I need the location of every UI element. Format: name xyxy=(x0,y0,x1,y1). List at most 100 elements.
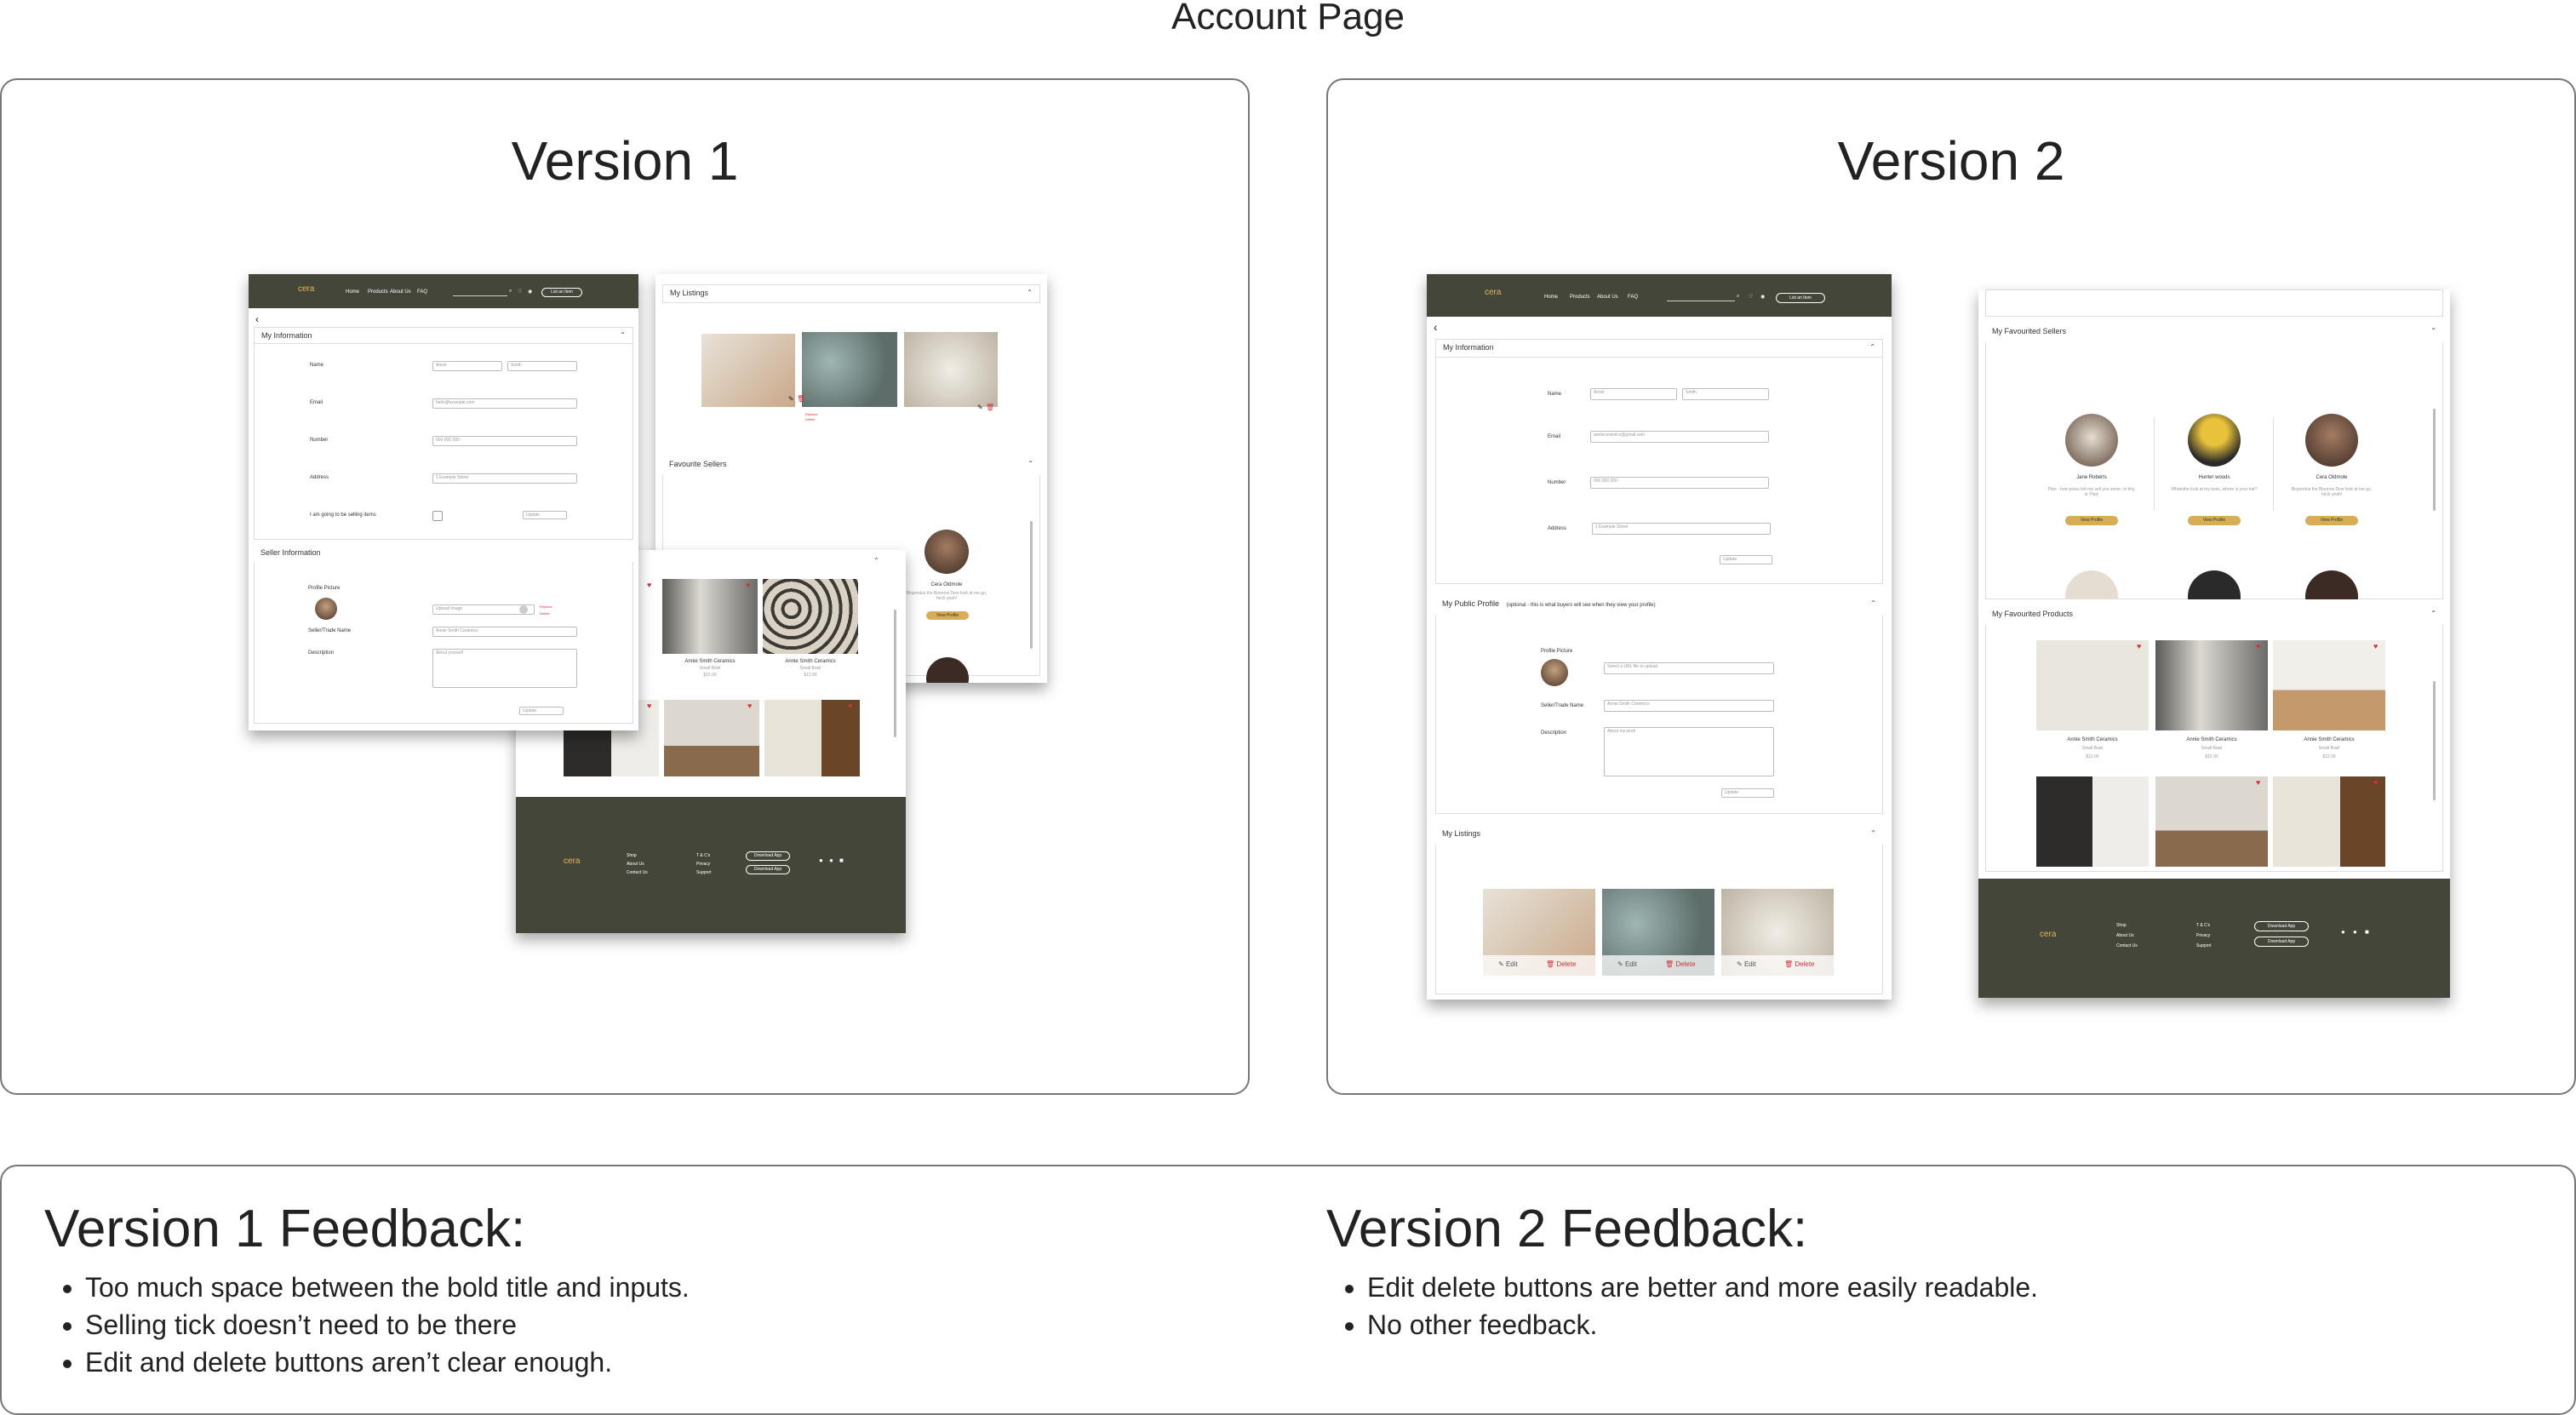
last-name-input[interactable]: Smith xyxy=(1682,388,1769,400)
footer-link[interactable]: Support xyxy=(696,870,712,875)
instagram-icon[interactable]: ■ xyxy=(2365,928,2369,936)
footer-link[interactable]: T & C's xyxy=(2196,923,2210,928)
download-app-button[interactable]: Download App xyxy=(746,865,790,874)
search-icon[interactable]: ⌕ xyxy=(509,289,512,295)
scrollbar[interactable] xyxy=(894,610,896,737)
v1-seller-avatar[interactable] xyxy=(924,530,969,574)
v2-profile-update-button[interactable]: Update xyxy=(1721,788,1774,798)
search-input[interactable] xyxy=(1667,300,1735,301)
footer-logo[interactable]: cera xyxy=(564,856,580,866)
v2-seller-avatar-1[interactable] xyxy=(2065,414,2118,467)
v1-my-info-header[interactable]: My Information ⌃ xyxy=(254,327,633,344)
heart-icon[interactable]: ♥ xyxy=(747,702,752,710)
nav-link[interactable]: About Us xyxy=(390,289,411,295)
v1-info-update-button[interactable]: Update xyxy=(523,511,567,519)
first-name-input[interactable]: Annie xyxy=(432,361,502,371)
first-name-input[interactable]: Annie xyxy=(1590,388,1677,400)
pencil-icon[interactable]: ✎ xyxy=(788,395,794,403)
nav-link[interactable]: FAQ xyxy=(417,289,427,295)
footer-link[interactable]: Contact Us xyxy=(2116,943,2138,948)
footer-logo[interactable]: cera xyxy=(2040,930,2056,939)
last-name-input[interactable]: Smith xyxy=(507,361,577,371)
nav-link[interactable]: Home xyxy=(346,289,359,295)
footer-link[interactable]: Shop xyxy=(627,853,637,858)
download-app-button[interactable]: Download App xyxy=(2254,937,2309,947)
back-icon[interactable]: ‹ xyxy=(1434,320,1438,334)
scrollbar[interactable] xyxy=(2433,681,2436,800)
v2-listing-delete-button-2[interactable]: 🗑 Delete xyxy=(1665,960,1696,968)
heart-icon[interactable]: ♥ xyxy=(2373,642,2378,650)
number-input[interactable]: 000 000 000 xyxy=(432,436,577,446)
seller-trade-name-input[interactable]: Annie Smith Ceramics xyxy=(1604,700,1774,712)
search-input[interactable] xyxy=(453,295,507,296)
address-input[interactable]: 1 Example Street xyxy=(1592,523,1771,535)
v1-listings-header[interactable]: My Listings ⌃ xyxy=(662,284,1040,303)
facebook-icon[interactable]: ● xyxy=(819,856,823,864)
number-input[interactable]: 000 000 000 xyxy=(1590,477,1769,489)
profile-avatar[interactable] xyxy=(315,598,337,620)
heart-icon[interactable]: ♡ xyxy=(518,289,522,295)
user-icon[interactable]: ◉ xyxy=(1760,294,1765,300)
nav-link[interactable]: About Us xyxy=(1597,295,1618,300)
address-input[interactable]: 1 Example Street xyxy=(432,473,577,484)
profile-avatar[interactable] xyxy=(1541,659,1568,686)
heart-icon[interactable]: ♡ xyxy=(1749,294,1753,300)
v2-public-profile-header[interactable]: My Public Profile (optional - this is wh… xyxy=(1435,596,1883,615)
user-icon[interactable]: ◉ xyxy=(528,289,532,295)
nav-link[interactable]: Home xyxy=(1544,295,1558,300)
heart-icon[interactable]: ♥ xyxy=(647,581,651,589)
download-app-button[interactable]: Download App xyxy=(746,851,790,861)
v2-fav-sellers-header[interactable]: My Favourited Sellers ⌃ xyxy=(1985,324,2443,342)
upload-image-input[interactable]: Select a URL file to upload xyxy=(1604,662,1774,674)
nav-link[interactable]: FAQ xyxy=(1628,295,1638,300)
trash-icon[interactable]: 🗑 xyxy=(986,404,994,411)
v2-listing-edit-button-2[interactable]: ✎ Edit xyxy=(1617,960,1637,968)
view-profile-button[interactable]: View Profile xyxy=(2065,516,2118,525)
heart-icon[interactable]: ♥ xyxy=(2256,778,2260,787)
view-profile-button[interactable]: View Profile xyxy=(2188,516,2241,525)
twitter-icon[interactable]: ● xyxy=(829,856,833,864)
download-app-button[interactable]: Download App xyxy=(2254,921,2309,931)
view-profile-button[interactable]: View Profile xyxy=(926,611,969,620)
v2-listing-delete-button-1[interactable]: 🗑 Delete xyxy=(1546,960,1577,968)
footer-link[interactable]: Privacy xyxy=(2196,933,2210,938)
v1-listing-replace[interactable]: Replace xyxy=(805,412,818,416)
v2-my-info-header[interactable]: My Information ⌃ xyxy=(1435,339,1883,358)
v2-listing-delete-button-3[interactable]: 🗑 Delete xyxy=(1784,960,1815,968)
chevron-up-icon[interactable]: ⌃ xyxy=(873,557,879,564)
heart-icon[interactable]: ♥ xyxy=(2137,642,2141,650)
scrollbar[interactable] xyxy=(2433,409,2436,511)
v2-fav-products-header[interactable]: My Favourited Products ⌃ xyxy=(1985,606,2443,625)
footer-link[interactable]: Contact Us xyxy=(627,870,648,875)
nav-logo[interactable]: cera xyxy=(298,284,314,294)
pencil-icon[interactable]: ✎ xyxy=(977,404,983,411)
twitter-icon[interactable]: ● xyxy=(2353,928,2357,936)
footer-link[interactable]: Support xyxy=(2196,943,2212,948)
nav-link[interactable]: Products xyxy=(1570,295,1590,300)
v2-listings-header[interactable]: My Listings ⌃ xyxy=(1435,826,1883,845)
instagram-icon[interactable]: ■ xyxy=(839,856,844,864)
nav-link[interactable]: Products xyxy=(368,289,388,295)
footer-link[interactable]: Shop xyxy=(2116,923,2127,928)
v1-fav-sellers-header[interactable]: Favourite Sellers ⌃ xyxy=(662,456,1040,475)
seller-trade-name-input[interactable]: Annie Smith Ceramics xyxy=(432,627,577,637)
v1-listing-delete[interactable]: Delete xyxy=(805,417,816,421)
nav-logo[interactable]: cera xyxy=(1485,288,1501,297)
facebook-icon[interactable]: ● xyxy=(2341,928,2345,936)
trash-icon[interactable]: 🗑 xyxy=(797,395,805,403)
back-icon[interactable]: ‹ xyxy=(255,313,259,325)
heart-icon[interactable]: ♥ xyxy=(2373,778,2378,787)
heart-icon[interactable]: ♥ xyxy=(746,581,750,589)
scrollbar[interactable] xyxy=(1030,521,1033,649)
v2-seller-avatar-2[interactable] xyxy=(2188,414,2241,467)
v2-listing-edit-button-3[interactable]: ✎ Edit xyxy=(1737,960,1756,968)
selling-checkbox[interactable] xyxy=(432,511,443,521)
view-profile-button[interactable]: View Profile xyxy=(2305,516,2358,525)
v1-seller-replace[interactable]: Replace xyxy=(540,604,552,609)
footer-link[interactable]: T & C's xyxy=(696,853,710,858)
heart-icon[interactable]: ♥ xyxy=(647,702,651,710)
footer-link[interactable]: About Us xyxy=(2116,933,2134,938)
v1-seller-info-header[interactable]: Seller Information xyxy=(254,545,633,562)
footer-link[interactable]: Privacy xyxy=(696,862,710,867)
v2-listing-edit-button-1[interactable]: ✎ Edit xyxy=(1498,960,1518,968)
